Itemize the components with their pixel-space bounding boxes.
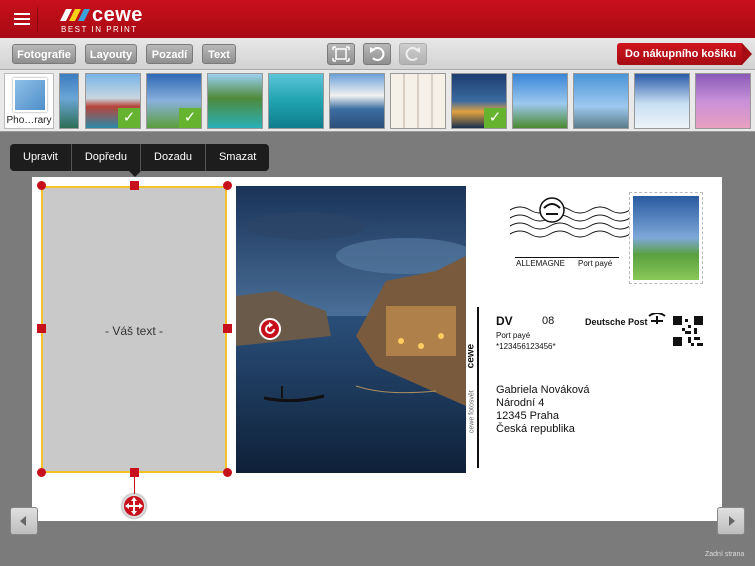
dv-id: *123456123456* (496, 342, 556, 351)
recipient-address[interactable]: Gabriela Nováková Národní 4 12345 Praha … (496, 384, 590, 436)
toolbar: Fotografie Layouty Pozadí Text Do nákupn… (0, 38, 755, 70)
stamp-image (633, 196, 699, 280)
context-menu: Upravit Dopředu Dozadu Smazat (10, 144, 270, 171)
photo-library-icon (13, 78, 47, 112)
vertical-credit: cewe fotosvět cewe (465, 308, 477, 468)
tab-text[interactable]: Text (202, 44, 236, 64)
checkmark-icon: ✓ (484, 108, 506, 128)
photo-thumbnail[interactable] (329, 73, 385, 129)
postmark-line (515, 257, 619, 258)
text-box[interactable]: - Váš text - (41, 186, 227, 473)
address-line: Česká republika (496, 423, 575, 435)
move-handle-stem (134, 477, 135, 494)
address-divider (477, 307, 479, 468)
photo-thumbnail[interactable] (695, 73, 751, 129)
postmark-waves-icon (510, 197, 630, 238)
text-placeholder: - Váš text - (104, 324, 163, 338)
fit-frame-icon (332, 46, 350, 62)
photo-library-button[interactable]: Pho…rary (4, 73, 54, 129)
dv-number: 08 (542, 315, 555, 327)
resize-handle[interactable] (37, 468, 46, 477)
backside-label: Zadní strana (705, 551, 745, 558)
tab-layouty[interactable]: Layouty (85, 44, 137, 64)
vertical-credit-text: cewe fotosvět (468, 390, 476, 434)
top-bar: cewe BEST IN PRINT (0, 0, 755, 38)
photo-thumbnail[interactable] (59, 73, 79, 129)
photo-thumbnail[interactable]: ✓ (85, 73, 141, 129)
tab-fotografie[interactable]: Fotografie (12, 44, 76, 64)
resize-handle[interactable] (223, 181, 232, 190)
photo-thumbnail[interactable] (573, 73, 629, 129)
dv-fee: Port payé (496, 331, 531, 340)
resize-handle[interactable] (37, 324, 46, 333)
resize-handle[interactable] (130, 181, 139, 190)
photo-thumbnail[interactable] (634, 73, 690, 129)
undo-icon (370, 47, 385, 61)
resize-handle[interactable] (223, 468, 232, 477)
resize-handle[interactable] (223, 324, 232, 333)
brand-name: cewe (92, 4, 143, 26)
next-page-button[interactable] (717, 507, 745, 535)
qr-code-icon (673, 316, 703, 346)
checkmark-icon: ✓ (118, 108, 140, 128)
delete-menu-item[interactable]: Smazat (206, 144, 269, 171)
redo-button[interactable] (399, 43, 427, 65)
photo-thumbnail[interactable] (512, 73, 568, 129)
photo-thumbnail[interactable] (207, 73, 263, 129)
photo-library-label: Pho…rary (6, 115, 52, 126)
address-line: Národní 4 (496, 397, 545, 409)
postmark-fee: Port payé (578, 259, 613, 268)
photo-thumbnail[interactable]: ✓ (146, 73, 202, 129)
photo-thumbnail[interactable] (268, 73, 324, 129)
photo-strip: Pho…rary ✓ ✓ ✓ (0, 70, 755, 132)
edit-menu-item[interactable]: Upravit (10, 144, 72, 171)
resize-handle[interactable] (130, 468, 139, 477)
move-handle-icon[interactable] (122, 494, 146, 518)
address-line: Gabriela Nováková (496, 384, 590, 396)
brand-tagline: BEST IN PRINT (61, 25, 138, 34)
carrier-label: Deutsche Post (585, 317, 648, 327)
chevron-left-icon (20, 516, 26, 526)
photo-thumbnail[interactable] (390, 73, 446, 129)
rotate-handle-icon[interactable] (259, 318, 281, 340)
checkmark-icon: ✓ (179, 108, 201, 128)
fit-frame-button[interactable] (327, 43, 355, 65)
chevron-right-icon (729, 516, 735, 526)
redo-icon (405, 47, 420, 61)
send-backward-menu-item[interactable]: Dozadu (141, 144, 206, 171)
bring-forward-menu-item[interactable]: Dopředu (72, 144, 142, 171)
undo-button[interactable] (363, 43, 391, 65)
postmark-country: ALLEMAGNE (516, 259, 565, 268)
vertical-brand: cewe (465, 343, 477, 369)
stamp[interactable] (629, 192, 703, 284)
hamburger-menu-icon[interactable] (6, 7, 38, 31)
address-line: 12345 Praha (496, 410, 559, 422)
post-horn-icon (648, 313, 666, 324)
dv-code: DV (496, 314, 513, 328)
add-to-cart-button[interactable]: Do nákupního košíku (617, 43, 752, 65)
tab-pozadi[interactable]: Pozadí (146, 44, 193, 64)
previous-page-button[interactable] (10, 507, 38, 535)
resize-handle[interactable] (37, 181, 46, 190)
photo-thumbnail[interactable]: ✓ (451, 73, 507, 129)
